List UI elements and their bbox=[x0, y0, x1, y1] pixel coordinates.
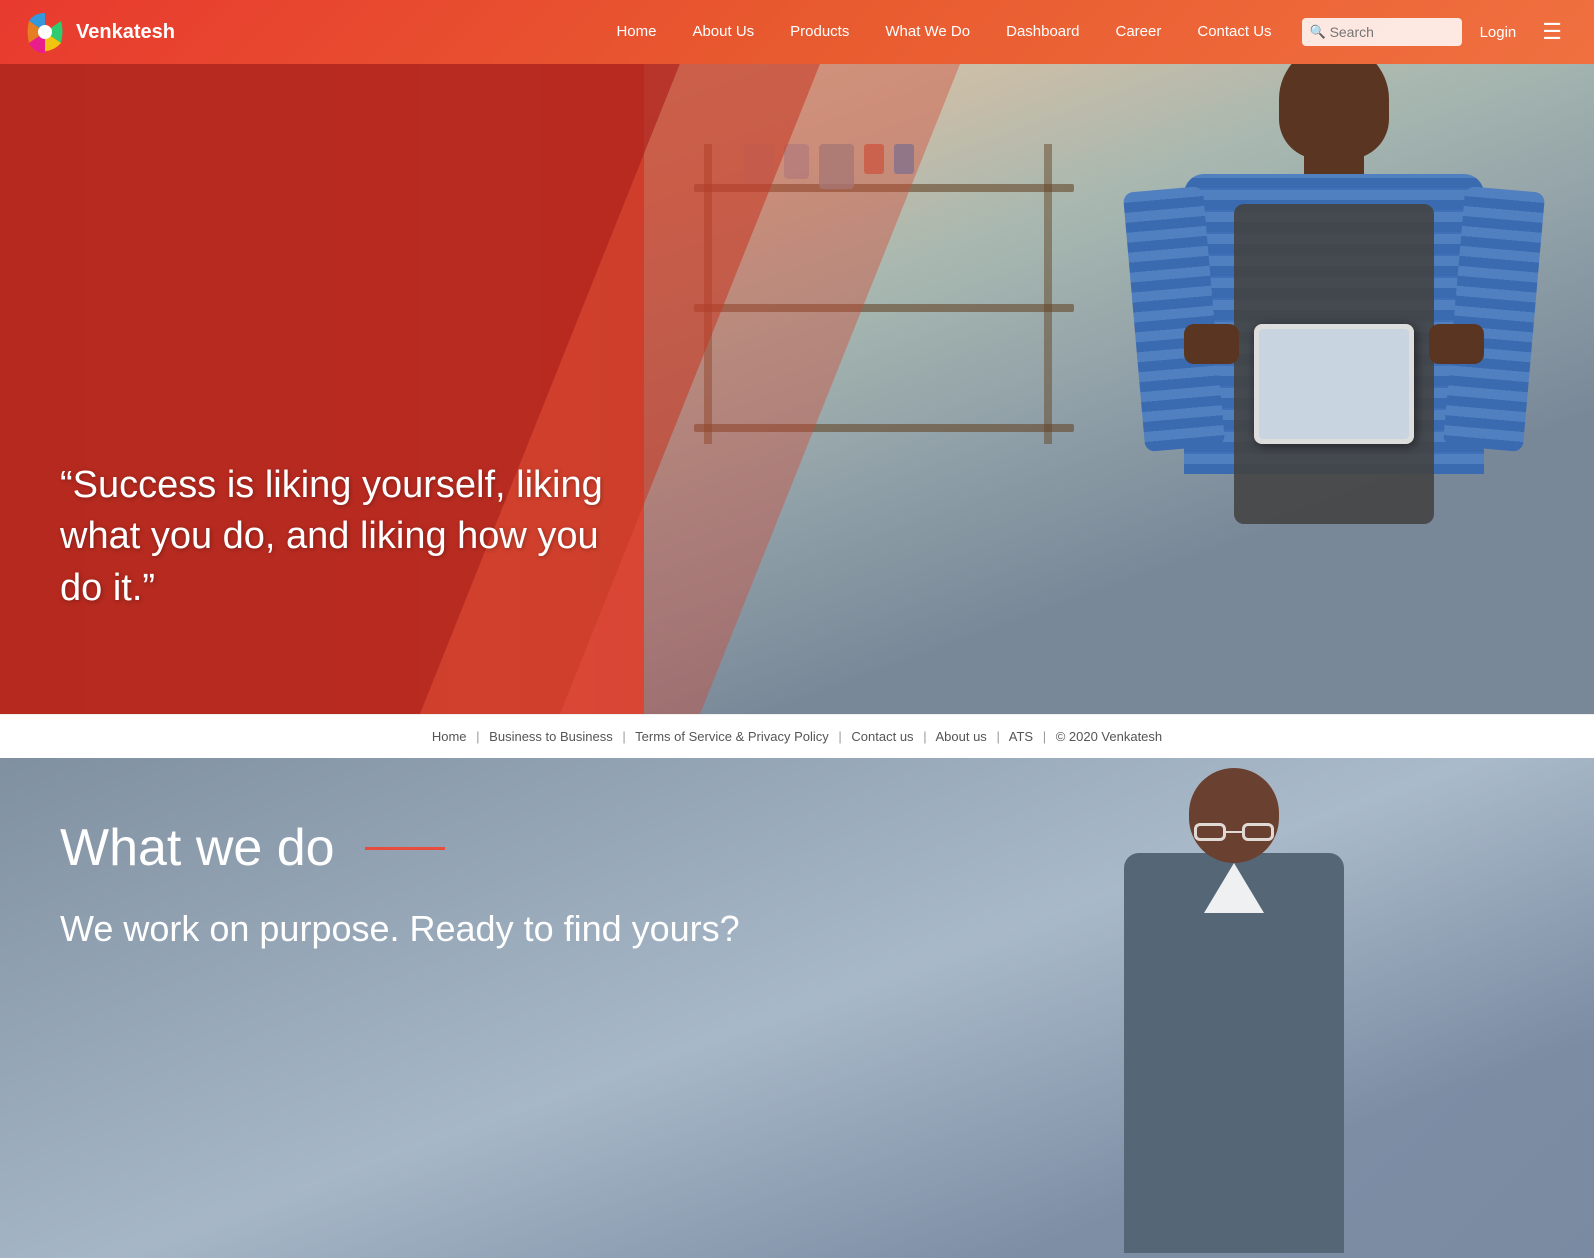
footer-sep-4: | bbox=[923, 729, 926, 744]
what-we-do-title-text: What we do bbox=[60, 818, 335, 878]
footer-link-b2b[interactable]: Business to Business bbox=[489, 729, 613, 744]
what-we-do-section: What we do We work on purpose. Ready to … bbox=[0, 758, 1594, 1258]
footer-sep-3: | bbox=[838, 729, 841, 744]
nav-item-about[interactable]: About Us bbox=[674, 23, 772, 41]
footer-sep-2: | bbox=[622, 729, 625, 744]
footer-link-home[interactable]: Home bbox=[432, 729, 467, 744]
hero-text-block: “Success is liking yourself, liking what… bbox=[60, 460, 620, 614]
login-button[interactable]: Login bbox=[1462, 16, 1535, 49]
nav-link-products[interactable]: Products bbox=[772, 15, 867, 48]
nav-link-contact[interactable]: Contact Us bbox=[1179, 15, 1289, 48]
hamburger-menu-button[interactable]: ☰ bbox=[1534, 11, 1570, 53]
footer-bar: Home | Business to Business | Terms of S… bbox=[0, 714, 1594, 758]
title-underline-decoration bbox=[365, 847, 445, 850]
footer-link-tos[interactable]: Terms of Service & Privacy Policy bbox=[635, 729, 829, 744]
footer-link-contact[interactable]: Contact us bbox=[851, 729, 913, 744]
brand-name: Venkatesh bbox=[76, 21, 175, 44]
nav-link-home[interactable]: Home bbox=[598, 15, 674, 48]
nav-link-about[interactable]: About Us bbox=[674, 15, 772, 48]
footer-copyright: © 2020 Venkatesh bbox=[1056, 729, 1162, 744]
footer-sep-1: | bbox=[476, 729, 479, 744]
footer-sep-6: | bbox=[1043, 729, 1046, 744]
brand-logo-link[interactable]: Venkatesh bbox=[24, 11, 175, 53]
hero-photo-area bbox=[644, 64, 1594, 714]
brand-logo-icon bbox=[24, 11, 66, 53]
navbar: Venkatesh Home About Us Products What We… bbox=[0, 0, 1594, 64]
footer-sep-5: | bbox=[996, 729, 999, 744]
nav-link-career[interactable]: Career bbox=[1098, 15, 1180, 48]
nav-item-what-we-do[interactable]: What We Do bbox=[867, 23, 988, 41]
search-wrapper: 🔍 bbox=[1302, 18, 1462, 46]
nav-item-home[interactable]: Home bbox=[598, 23, 674, 41]
footer-link-about[interactable]: About us bbox=[935, 729, 986, 744]
nav-item-career[interactable]: Career bbox=[1098, 23, 1180, 41]
nav-item-dashboard[interactable]: Dashboard bbox=[988, 23, 1097, 41]
what-we-do-subtitle: We work on purpose. Ready to find yours? bbox=[60, 908, 1534, 950]
nav-link-dashboard[interactable]: Dashboard bbox=[988, 15, 1097, 48]
search-icon: 🔍 bbox=[1310, 24, 1326, 40]
nav-link-what-we-do[interactable]: What We Do bbox=[867, 15, 988, 48]
footer-link-ats[interactable]: ATS bbox=[1009, 729, 1033, 744]
nav-item-contact[interactable]: Contact Us bbox=[1179, 23, 1289, 41]
hero-quote: “Success is liking yourself, liking what… bbox=[60, 460, 620, 614]
nav-item-products[interactable]: Products bbox=[772, 23, 867, 41]
nav-links: Home About Us Products What We Do Dashbo… bbox=[598, 23, 1289, 41]
what-we-do-title: What we do bbox=[60, 818, 1534, 878]
hero-section: “Success is liking yourself, liking what… bbox=[0, 64, 1594, 714]
